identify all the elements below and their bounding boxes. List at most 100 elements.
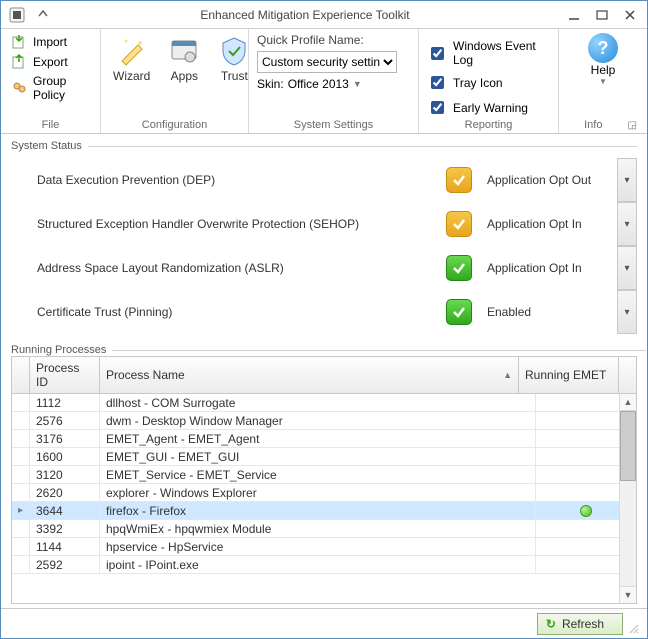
row-indicator (12, 448, 30, 465)
column-process-name[interactable]: Process Name▲ (100, 357, 519, 393)
status-dropdown[interactable]: ▾ (617, 290, 637, 334)
status-value: Application Opt Out (487, 173, 617, 187)
cell-pid: 1112 (30, 394, 100, 411)
wizard-label: Wizard (113, 69, 150, 83)
table-row[interactable]: 1144hpservice - HpService (12, 538, 636, 556)
row-indicator (12, 394, 30, 411)
trust-icon (218, 35, 250, 67)
cell-process-name: hpservice - HpService (100, 538, 536, 555)
table-row[interactable]: 2576dwm - Desktop Window Manager (12, 412, 636, 430)
app-window: Enhanced Mitigation Experience Toolkit I… (0, 0, 648, 639)
table-row[interactable]: 3176EMET_Agent - EMET_Agent (12, 430, 636, 448)
group-policy-button[interactable]: Group Policy (9, 73, 92, 103)
help-dropdown-icon[interactable]: ▼ (599, 77, 607, 86)
process-grid: Process ID Process Name▲ Running EMET 11… (11, 356, 637, 604)
table-row[interactable]: 3392hpqWmiEx - hpqwmiex Module (12, 520, 636, 538)
apps-label: Apps (171, 69, 198, 83)
configuration-group-label: Configuration (109, 117, 240, 131)
grid-gutter-header (12, 357, 30, 393)
system-settings-group-label: System Settings (257, 117, 410, 131)
status-row: Structured Exception Handler Overwrite P… (11, 202, 637, 246)
quick-profile-label: Quick Profile Name: (257, 33, 410, 47)
window-title: Enhanced Mitigation Experience Toolkit (53, 8, 557, 22)
ribbon: Import Export Group Policy File (1, 29, 647, 134)
maximize-button[interactable] (595, 8, 609, 22)
row-indicator (12, 430, 30, 447)
row-indicator (12, 484, 30, 501)
row-indicator (12, 556, 30, 573)
import-icon (11, 34, 27, 50)
status-dropdown[interactable]: ▾ (617, 202, 637, 246)
status-indicator (431, 167, 487, 193)
file-group-label: File (9, 117, 92, 131)
table-row[interactable]: 1600EMET_GUI - EMET_GUI (12, 448, 636, 466)
cell-pid: 1144 (30, 538, 100, 555)
row-indicator (12, 538, 30, 555)
status-row: Address Space Layout Randomization (ASLR… (11, 246, 637, 290)
status-name: Data Execution Prevention (DEP) (11, 173, 431, 187)
table-row[interactable]: 2620explorer - Windows Explorer (12, 484, 636, 502)
refresh-icon: ↻ (546, 617, 556, 631)
scroll-down-icon[interactable]: ▼ (620, 586, 636, 603)
status-name: Address Space Layout Randomization (ASLR… (11, 261, 431, 275)
check-icon (446, 211, 472, 237)
column-process-id[interactable]: Process ID (30, 357, 100, 393)
minimize-button[interactable] (567, 8, 581, 22)
table-row[interactable]: ▸3644firefox - Firefox (12, 502, 636, 520)
status-dropdown[interactable]: ▾ (617, 246, 637, 290)
running-processes-label: Running Processes (11, 344, 106, 356)
status-dropdown[interactable]: ▾ (617, 158, 637, 202)
dialog-launcher-icon[interactable]: ◲ (628, 120, 639, 131)
skin-label: Skin: (257, 77, 284, 91)
vertical-scrollbar[interactable]: ▲ ▼ (619, 394, 636, 603)
system-status-label: System Status (11, 140, 82, 152)
quick-profile-select[interactable]: Custom security settings (257, 51, 397, 73)
status-name: Structured Exception Handler Overwrite P… (11, 217, 431, 231)
early-warning-checkbox[interactable]: Early Warning (427, 98, 550, 117)
cell-process-name: explorer - Windows Explorer (100, 484, 536, 501)
row-indicator: ▸ (12, 502, 30, 519)
group-policy-label: Group Policy (33, 74, 90, 102)
cell-pid: 3644 (30, 502, 100, 519)
table-row[interactable]: 3120EMET_Service - EMET_Service (12, 466, 636, 484)
app-icon (7, 5, 27, 25)
status-row: Certificate Trust (Pinning)Enabled▾ (11, 290, 637, 334)
export-icon (11, 54, 27, 70)
scroll-thumb[interactable] (620, 411, 636, 481)
table-row[interactable]: 2592ipoint - IPoint.exe (12, 556, 636, 574)
info-group-label: Info (567, 117, 620, 131)
table-row[interactable]: 1112dllhost - COM Surrogate (12, 394, 636, 412)
grid-scroll-header (619, 357, 636, 393)
status-name: Certificate Trust (Pinning) (11, 305, 431, 319)
titlebar: Enhanced Mitigation Experience Toolkit (1, 1, 647, 29)
export-button[interactable]: Export (9, 53, 92, 71)
cell-pid: 3176 (30, 430, 100, 447)
status-indicator (431, 299, 487, 325)
import-button[interactable]: Import (9, 33, 92, 51)
cell-process-name: EMET_GUI - EMET_GUI (100, 448, 536, 465)
scroll-up-icon[interactable]: ▲ (620, 394, 636, 411)
skin-dropdown-icon[interactable]: ▼ (353, 79, 362, 89)
column-running-emet[interactable]: Running EMET (519, 357, 619, 393)
help-icon[interactable]: ? (588, 33, 618, 63)
cell-pid: 3392 (30, 520, 100, 537)
resize-grip-icon[interactable] (627, 622, 641, 636)
windows-event-log-checkbox[interactable]: Windows Event Log (427, 39, 550, 67)
wizard-button[interactable]: Wizard (109, 33, 154, 85)
apps-button[interactable]: Apps (164, 33, 204, 85)
check-icon (446, 299, 472, 325)
refresh-button[interactable]: ↻ Refresh (537, 613, 623, 635)
skin-value: Office 2013 (288, 77, 349, 91)
system-status-section: System Status Data Execution Prevention … (1, 134, 647, 338)
trust-label: Trust (221, 69, 248, 83)
cell-pid: 1600 (30, 448, 100, 465)
cell-pid: 2620 (30, 484, 100, 501)
close-button[interactable] (623, 8, 637, 22)
ribbon-collapse-icon[interactable] (33, 8, 53, 22)
group-policy-icon (11, 80, 27, 96)
running-processes-section: Running Processes Process ID Process Nam… (1, 338, 647, 608)
check-icon (446, 255, 472, 281)
tray-icon-checkbox[interactable]: Tray Icon (427, 73, 550, 92)
footer: ↻ Refresh (1, 608, 647, 638)
status-value: Application Opt In (487, 261, 617, 275)
